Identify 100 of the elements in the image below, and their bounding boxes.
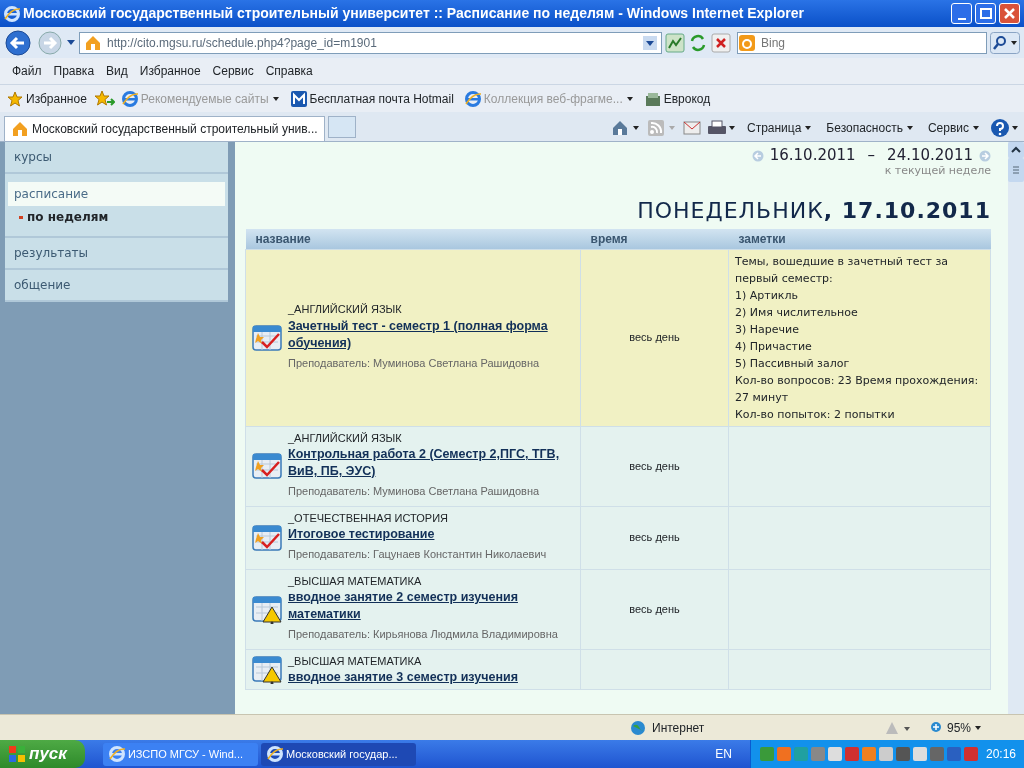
page-icon [84, 33, 102, 52]
minimize-button[interactable] [951, 3, 972, 24]
browser-tab[interactable]: Московский государственный строительный унив... [4, 116, 325, 141]
maximize-button[interactable] [975, 3, 996, 24]
event-title-link[interactable]: Зачетный тест - семестр 1 (полная форма обучения) [288, 317, 574, 352]
favorites-link[interactable]: Еврокод [640, 87, 715, 110]
monitor-icon [644, 90, 661, 107]
menu-item[interactable]: Справка [259, 60, 319, 82]
ie-logo-icon [266, 746, 283, 762]
calendar-warning-icon [252, 594, 282, 624]
time-text: весь день [629, 602, 680, 615]
ie-logo-icon [121, 90, 138, 107]
teacher-link[interactable]: Гацунаев Константин Николаевич [373, 548, 547, 560]
ie-logo-icon [464, 90, 481, 107]
menu-item[interactable]: Сервис [206, 60, 260, 82]
sidebar-item[interactable]: общение [5, 270, 228, 302]
subject-label: _ВЫСШАЯ МАТЕМАТИКА [288, 574, 422, 587]
teacher-link[interactable]: Муминова Светлана Рашидовна [373, 356, 540, 369]
caret-icon [804, 124, 813, 132]
day-heading: ПОНЕДЕЛЬНИК, 17.10.2011 [637, 197, 991, 223]
note-text: 4) Причастие [735, 338, 813, 355]
start-date: 16.10.2011 [769, 148, 856, 163]
sidebar-item[interactable]: курсы [5, 142, 228, 174]
note-text: 1) Артикль [735, 287, 799, 304]
current-week-link[interactable]: к текущей неделе [884, 164, 991, 177]
dropdown-arrow-icon[interactable] [66, 38, 76, 47]
subject-label: _ВЫСШАЯ МАТЕМАТИКА [288, 654, 422, 667]
scroll-thumb[interactable] [1008, 158, 1024, 182]
teacher-link[interactable]: Кирьянова Людмила Владимировна [373, 628, 558, 640]
caret-icon [905, 124, 914, 132]
calendar-warning-icon [252, 654, 282, 685]
caret-icon [974, 723, 983, 732]
sidebar-item[interactable]: расписание [8, 182, 225, 206]
caret-icon [271, 94, 280, 103]
column-header: название [245, 228, 581, 249]
teacher-label: Преподаватель: [288, 628, 371, 640]
search-field[interactable]: Bing [737, 31, 987, 54]
sidebar-item[interactable]: результаты [5, 238, 228, 270]
note-text: 5) Пассивный залог [735, 355, 851, 372]
sidebar-subitem[interactable]: по неделям [27, 208, 109, 226]
globe-icon [630, 719, 646, 736]
date-dash: – [867, 148, 876, 163]
address-field[interactable]: http://cito.mgsu.ru/schedule.php4?page_id=m1901 [79, 31, 662, 54]
zoom-icon [930, 720, 944, 735]
window-title: Московский государственный строительный университет :: Расписание по неделям - Windows Internet Explorer [23, 4, 805, 23]
teacher-label: Преподаватель: [288, 356, 371, 369]
favorites-button[interactable]: Избранное [4, 89, 90, 108]
add-favorite-icon[interactable] [92, 89, 115, 108]
command-menu[interactable]: Страница [742, 119, 817, 137]
search-provider-icon [738, 33, 756, 52]
event-title-link[interactable]: вводное занятие 2 семестр изучения математики [288, 589, 574, 623]
mail-icon[interactable] [682, 121, 701, 135]
subject-label: _АНГЛИЙСКИЙ ЯЗЫК [288, 303, 402, 315]
back-button[interactable] [4, 29, 34, 56]
minimize-icon [957, 18, 966, 20]
event-title-link[interactable]: Контрольная работа 2 (Семестр 2,ПГС, ТГВ, ВиВ, ПБ, ЭУС) [288, 446, 574, 480]
refresh-icon[interactable] [688, 32, 708, 53]
teacher-label: Преподаватель: [288, 485, 371, 497]
taskbar-button[interactable]: ИЗСПО МГСУ - Wind... [102, 742, 258, 766]
note-text: Кол-во вопросов: 23 Время прохождения: 27 минут [735, 372, 980, 406]
menu-item[interactable]: Избранное [133, 60, 207, 82]
home-icon[interactable] [610, 119, 641, 137]
time-text: весь день [629, 531, 680, 544]
subject-label: _АНГЛИЙСКИЙ ЯЗЫК [288, 431, 402, 444]
menu-item[interactable]: Вид [100, 60, 134, 82]
teacher-label: Преподаватель: [288, 548, 371, 560]
end-date: 24.10.2011 [887, 148, 973, 163]
help-icon[interactable] [990, 118, 1020, 138]
zoom-control[interactable]: 95% [930, 718, 1010, 737]
language-indicator[interactable]: EN [715, 745, 732, 763]
mail-logo-icon [290, 90, 307, 107]
taskbar-button[interactable]: Московский государ... [260, 742, 416, 766]
command-menu[interactable]: Сервис [923, 119, 984, 137]
star-icon [7, 90, 23, 107]
search-button[interactable] [990, 31, 1020, 54]
menu-item[interactable]: Правка [47, 60, 101, 82]
maximize-icon [979, 8, 992, 19]
note-text: 3) Наречие [735, 321, 800, 338]
close-icon [1004, 8, 1015, 19]
menu-item[interactable]: Файл [6, 60, 48, 82]
windows-logo-icon [8, 745, 26, 763]
print-icon[interactable] [706, 119, 737, 137]
note-text: Кол-во попыток: 2 попытки [735, 406, 896, 423]
scroll-up-button[interactable] [1008, 142, 1024, 158]
ie-logo-icon [4, 5, 20, 22]
command-menu[interactable]: Безопасность [822, 119, 918, 137]
event-title-link[interactable]: Итоговое тестирование [288, 526, 547, 543]
url-input[interactable]: http://cito.mgsu.ru/schedule.php4?page_id=m1901 [105, 32, 640, 53]
compatibility-view-icon[interactable] [665, 32, 685, 53]
start-button[interactable]: пуск [0, 740, 85, 768]
page-icon [11, 120, 29, 138]
teacher-link[interactable]: Муминова Светлана Рашидовна [373, 485, 540, 497]
bullet-icon [19, 215, 23, 219]
tray-icons-drawing[interactable] [758, 745, 980, 763]
calendar-check-icon [252, 451, 282, 481]
close-button[interactable] [999, 3, 1020, 24]
favorites-link[interactable]: Бесплатная почта Hotmail [286, 87, 458, 110]
event-title-link[interactable]: вводное занятие 3 семестр изучения [288, 669, 518, 686]
caret-icon [972, 124, 980, 132]
stop-icon[interactable] [711, 32, 731, 53]
